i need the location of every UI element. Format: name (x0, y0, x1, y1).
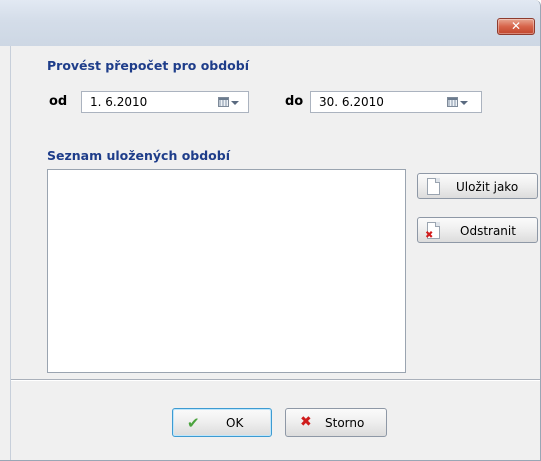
calendar-icon[interactable] (218, 97, 229, 107)
to-label: do (285, 94, 304, 109)
from-label: od (49, 94, 68, 109)
ok-label: OK (226, 416, 244, 430)
dialog-window: ✕ Provést přepočet pro období od 1. 6.20… (0, 0, 541, 461)
cancel-button[interactable]: ✖ Storno (285, 408, 387, 437)
period-section-title: Provést přepočet pro období (47, 58, 250, 73)
remove-label: Odstranit (460, 224, 516, 238)
close-icon: ✕ (510, 19, 522, 33)
saved-periods-title: Seznam uložených období (47, 148, 231, 163)
saved-periods-list[interactable] (47, 169, 406, 373)
document-icon (427, 178, 440, 195)
calendar-icon[interactable] (447, 97, 458, 107)
close-button[interactable]: ✕ (497, 18, 535, 35)
save-as-label: Uložit jako (456, 180, 519, 194)
document-delete-icon: ✖ (425, 222, 440, 241)
title-bar: ✕ (0, 0, 540, 46)
remove-button[interactable]: ✖ Odstranit (417, 217, 538, 243)
from-date-value[interactable]: 1. 6.2010 (90, 95, 147, 109)
to-date-value[interactable]: 30. 6.2010 (319, 95, 384, 109)
to-date-picker[interactable]: 30. 6.2010 (310, 91, 482, 113)
dialog-content: Provést přepočet pro období od 1. 6.2010… (10, 46, 540, 460)
x-icon: ✖ (300, 414, 312, 430)
save-as-button[interactable]: Uložit jako (417, 173, 538, 199)
chevron-down-icon[interactable] (460, 101, 468, 105)
check-icon: ✔ (187, 414, 200, 432)
chevron-down-icon[interactable] (231, 101, 239, 105)
separator (11, 379, 540, 381)
ok-button[interactable]: ✔ OK (172, 408, 272, 437)
cancel-label: Storno (325, 416, 365, 430)
from-date-picker[interactable]: 1. 6.2010 (81, 91, 249, 113)
